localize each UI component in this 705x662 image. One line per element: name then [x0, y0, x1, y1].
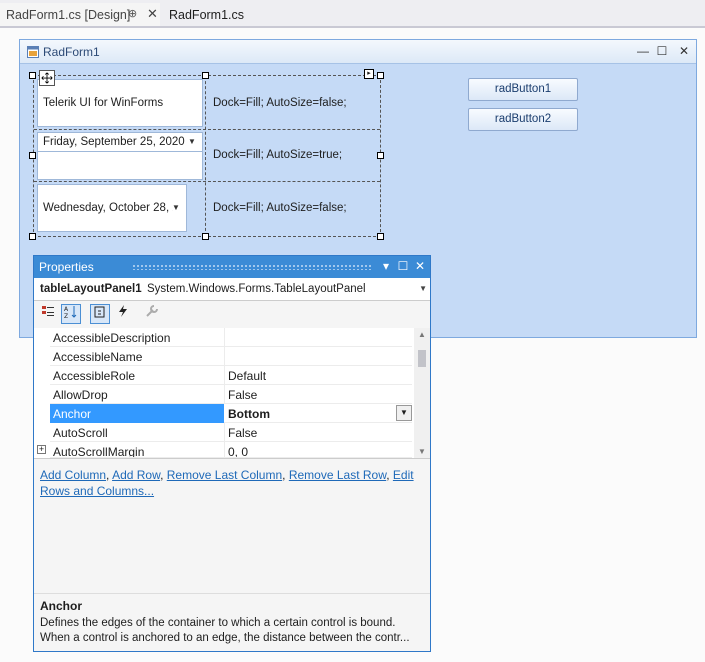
pin-icon[interactable]: ⊕	[128, 7, 137, 20]
property-row-selected[interactable]: Anchor Bottom ▼	[50, 404, 412, 423]
object-type: System.Windows.Forms.TableLayoutPanel	[147, 283, 366, 295]
property-value[interactable]: False	[228, 388, 257, 402]
chevron-down-icon[interactable]: ▼	[419, 284, 427, 293]
tab-code-label: RadForm1.cs	[169, 8, 245, 22]
resize-handle[interactable]	[202, 72, 209, 79]
property-name: AutoScroll	[53, 426, 108, 440]
tab-code[interactable]: RadForm1.cs	[165, 3, 275, 26]
smart-tag-icon[interactable]: ▸	[364, 69, 374, 79]
resize-handle[interactable]	[377, 152, 384, 159]
property-name: AllowDrop	[53, 388, 108, 402]
properties-toolbar: AZ	[34, 301, 430, 328]
remove-last-column-link[interactable]: Remove Last Column	[167, 468, 282, 482]
property-value[interactable]: Default	[228, 369, 266, 383]
resize-handle[interactable]	[377, 72, 384, 79]
close-icon[interactable]: ✕	[413, 259, 427, 273]
property-row[interactable]: AllowDrop False	[50, 385, 412, 404]
table-layout-panel[interactable]: Telerik UI for WinForms Dock=Fill; AutoS…	[33, 75, 381, 237]
titlebar-grip	[132, 264, 372, 270]
window-menu-icon[interactable]: ▾	[379, 259, 393, 273]
description-title: Anchor	[40, 599, 82, 613]
add-row-link[interactable]: Add Row	[112, 468, 160, 482]
minimize-button[interactable]: —	[634, 44, 652, 58]
remove-last-row-link[interactable]: Remove Last Row	[289, 468, 386, 482]
cell-description: Dock=Fill; AutoSize=false;	[213, 202, 347, 214]
rad-button-1[interactable]: radButton1	[468, 78, 578, 101]
textbox-value: Telerik UI for WinForms	[43, 97, 164, 109]
resize-handle[interactable]	[377, 233, 384, 240]
property-row[interactable]: AutoScroll False	[50, 423, 412, 442]
object-name: tableLayoutPanel1	[40, 283, 142, 295]
wrench-icon	[142, 304, 162, 324]
close-button[interactable]: ✕	[675, 44, 693, 58]
row-divider	[34, 129, 380, 130]
categorized-icon[interactable]	[38, 304, 58, 324]
properties-title: Properties	[39, 260, 94, 274]
date-value: Wednesday, October 28, 2020	[43, 202, 173, 214]
property-row[interactable]: AutoScrollMargin 0, 0	[50, 442, 412, 458]
property-name: AccessibleRole	[53, 369, 136, 383]
tab-close-icon[interactable]: ✕	[147, 6, 158, 22]
property-name: Anchor	[53, 407, 92, 421]
form-icon	[27, 46, 39, 58]
designer-verbs: Add Column, Add Row, Remove Last Column,…	[34, 458, 430, 593]
events-icon[interactable]	[113, 304, 133, 324]
property-pages-icon[interactable]	[90, 304, 110, 324]
property-value[interactable]: False	[228, 426, 257, 440]
tab-design-label: RadForm1.cs [Design]	[6, 8, 131, 22]
cell-description: Dock=Fill; AutoSize=false;	[213, 97, 347, 109]
alphabetical-icon[interactable]: AZ	[61, 304, 81, 324]
property-row[interactable]: AccessibleName	[50, 347, 412, 366]
property-grid-scrollbar[interactable]: ▲ ▼	[414, 328, 430, 458]
description-text: Defines the edges of the container to wh…	[40, 617, 410, 644]
chevron-down-icon[interactable]: ▼	[184, 137, 200, 146]
svg-text:A: A	[64, 306, 69, 313]
column-divider	[205, 76, 206, 236]
property-description: Anchor Defines the edges of the containe…	[34, 593, 430, 651]
properties-titlebar[interactable]: Properties ▾ ☐ ✕	[34, 256, 430, 278]
svg-text:Z: Z	[64, 313, 68, 319]
scroll-thumb[interactable]	[418, 350, 426, 367]
tab-design[interactable]: RadForm1.cs [Design] ⊕ ✕	[0, 3, 160, 26]
chevron-down-icon[interactable]: ▼	[168, 203, 184, 212]
maximize-button[interactable]: ☐	[653, 44, 671, 58]
date-value: Friday, September 25, 2020	[43, 136, 185, 148]
property-name: AccessibleDescription	[53, 331, 171, 345]
property-value[interactable]: Bottom	[228, 407, 270, 421]
resize-handle[interactable]	[29, 152, 36, 159]
properties-window[interactable]: Properties ▾ ☐ ✕ tableLayoutPanel1 Syste…	[33, 255, 431, 652]
resize-handle[interactable]	[29, 233, 36, 240]
property-name: AccessibleName	[53, 350, 143, 364]
object-selector[interactable]: tableLayoutPanel1 System.Windows.Forms.T…	[34, 278, 430, 301]
scroll-up-icon[interactable]: ▲	[418, 330, 426, 339]
rad-button-2[interactable]: radButton2	[468, 108, 578, 131]
chevron-down-icon[interactable]: ▼	[396, 405, 412, 421]
form-titlebar: RadForm1 — ☐ ✕	[20, 40, 696, 64]
cell-description: Dock=Fill; AutoSize=true;	[213, 149, 343, 161]
move-icon[interactable]	[39, 70, 55, 86]
property-name: AutoScrollMargin	[53, 445, 145, 458]
document-tabstrip: RadForm1.cs [Design] ⊕ ✕ RadForm1.cs	[0, 0, 705, 28]
resize-handle[interactable]	[202, 233, 209, 240]
expand-icon[interactable]: +	[37, 445, 46, 454]
form-title: RadForm1	[43, 45, 100, 59]
property-value[interactable]: 0, 0	[228, 445, 248, 457]
property-row[interactable]: AccessibleRole Default	[50, 366, 412, 385]
row-divider	[34, 181, 380, 182]
scroll-down-icon[interactable]: ▼	[418, 447, 426, 456]
maximize-icon[interactable]: ☐	[396, 259, 410, 273]
textbox-cell[interactable]: Telerik UI for WinForms	[37, 79, 203, 127]
property-grid[interactable]: AccessibleDescription AccessibleName Acc…	[34, 328, 430, 458]
add-column-link[interactable]: Add Column	[40, 468, 106, 482]
datetimepicker-autosize[interactable]: Friday, September 25, 2020 ▼	[37, 132, 203, 180]
resize-handle[interactable]	[29, 72, 36, 79]
property-row[interactable]: AccessibleDescription	[50, 328, 412, 347]
datetimepicker-fixed[interactable]: Wednesday, October 28, 2020 ▼	[37, 184, 187, 232]
